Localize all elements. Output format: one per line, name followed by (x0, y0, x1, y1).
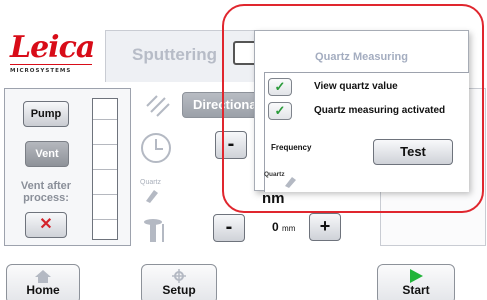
pressure-gauge (92, 98, 118, 240)
gauge-tick (93, 194, 117, 195)
stage-distance-unit: mm (282, 224, 296, 233)
direction-icon (146, 95, 170, 117)
vent-after-process-label: Vent after process: (20, 180, 72, 204)
stage-distance-value: 0 mm (272, 220, 295, 234)
tab-sputtering-label: Sputtering (132, 45, 217, 64)
quartz-icon (146, 190, 158, 203)
logo-rule (10, 64, 92, 65)
start-label: Start (402, 283, 430, 297)
vent-button[interactable]: Vent (25, 141, 69, 167)
logo-wordmark: Leica (10, 30, 95, 65)
home-label: Home (26, 283, 60, 297)
home-icon (35, 270, 51, 283)
start-button[interactable]: Start (377, 264, 455, 300)
home-button[interactable]: Home (6, 264, 80, 300)
setup-label: Setup (162, 283, 196, 297)
clock-icon (141, 133, 171, 163)
gear-icon (172, 269, 186, 283)
gauge-tick (93, 119, 117, 120)
play-icon (410, 269, 423, 283)
quartz-icon-label: Quartz (140, 179, 162, 186)
highlight-outline (222, 4, 484, 213)
logo-subtext: MICROSYSTEMS (10, 68, 72, 74)
app-window: Leica MICROSYSTEMS Sputtering Pump Vent … (0, 0, 487, 300)
vent-after-process-toggle[interactable]: ✕ (25, 212, 67, 238)
pump-button[interactable]: Pump (23, 101, 69, 127)
sample-stage-icon (144, 219, 164, 242)
gauge-tick (93, 144, 117, 145)
gauge-tick (93, 169, 117, 170)
stage-increment-button[interactable]: + (309, 213, 341, 241)
leica-logo: Leica MICROSYSTEMS (2, 28, 98, 80)
stage-decrement-button[interactable]: - (213, 214, 245, 242)
stage-distance-number: 0 (272, 220, 279, 234)
setup-button[interactable]: Setup (141, 264, 217, 300)
gauge-tick (93, 219, 117, 220)
